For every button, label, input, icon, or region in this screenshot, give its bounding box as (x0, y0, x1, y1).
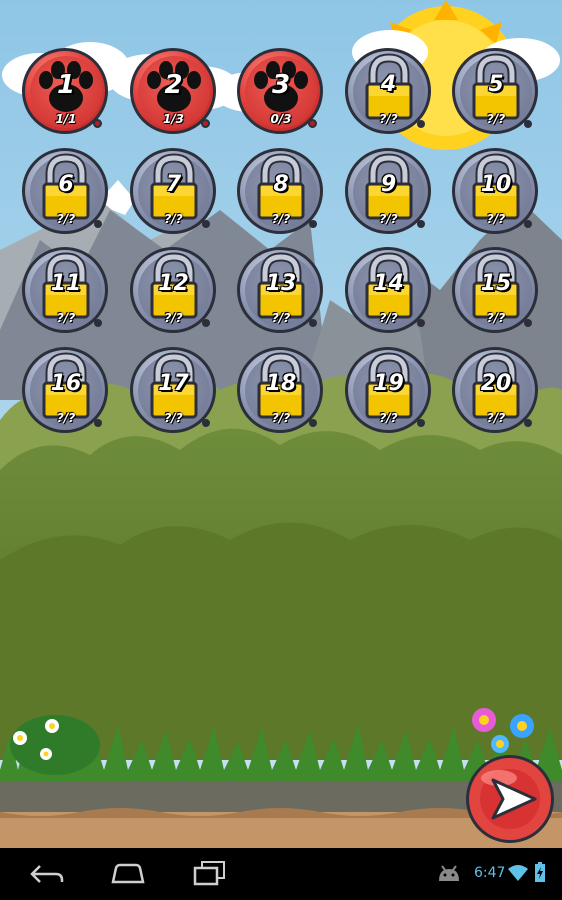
home-icon[interactable] (110, 862, 146, 884)
level-knob (200, 119, 210, 128)
level-button-4[interactable]: 4 ?/? (343, 46, 435, 138)
level-button-1[interactable]: 1 1/1 (20, 46, 112, 138)
level-button-18[interactable]: 18 ?/? (235, 345, 327, 437)
level-knob (308, 119, 317, 128)
level-number: 4 (380, 72, 397, 97)
level-number: 5 (488, 72, 504, 97)
level-button-6[interactable]: 6 ?/? (20, 146, 112, 238)
level-number: 1 (56, 70, 76, 100)
level-number: 14 (373, 271, 404, 296)
level-button-19[interactable]: 19 ?/? (343, 345, 435, 437)
back-icon[interactable] (28, 862, 66, 886)
level-knob (524, 418, 532, 427)
level-knob (201, 219, 210, 228)
level-button-7[interactable]: 7 ?/? (128, 146, 220, 238)
level-button-13[interactable]: 13 ?/? (235, 245, 327, 337)
level-number: 11 (50, 271, 82, 296)
status-time: 6:47 (474, 865, 506, 881)
wifi-icon (508, 865, 528, 881)
level-knob (201, 418, 210, 427)
level-button-17[interactable]: 17 ?/? (128, 345, 220, 437)
level-number: 13 (265, 271, 297, 296)
level-knob (94, 319, 102, 327)
level-number: 18 (265, 370, 297, 396)
level-knob (524, 219, 532, 228)
level-button-2[interactable]: 2 1/3 (128, 46, 220, 138)
level-knob (309, 418, 317, 427)
level-number: 3 (271, 70, 291, 100)
level-knob (309, 319, 317, 327)
level-number: 12 (158, 271, 189, 296)
level-number: 7 (165, 171, 182, 197)
level-button-9[interactable]: 9 ?/? (343, 146, 435, 238)
level-number: 9 (380, 171, 397, 197)
level-button-12[interactable]: 12 ?/? (128, 245, 220, 337)
level-button-11[interactable]: 11 ?/? (20, 245, 112, 337)
level-number: 10 (480, 171, 512, 197)
level-number: 8 (273, 171, 289, 197)
level-button-3[interactable]: 3 0/3 (235, 46, 327, 138)
level-grid: 1 1/1 2 1/3 3 0/3 4 ?/? 5 ?/? 6 ?/? 7 ?/… (0, 0, 562, 440)
level-knob (309, 219, 317, 228)
level-knob (416, 418, 425, 427)
level-button-8[interactable]: 8 ?/? (235, 146, 327, 238)
system-navbar: 6:47 (0, 848, 562, 900)
level-number: 15 (480, 271, 512, 296)
level-knob (94, 418, 102, 427)
level-knob (524, 120, 532, 128)
battery-charging-icon (535, 862, 545, 882)
level-knob (94, 219, 102, 228)
level-button-16[interactable]: 16 ?/? (20, 345, 112, 437)
level-number: 6 (58, 171, 74, 197)
level-button-14[interactable]: 14 ?/? (343, 245, 435, 337)
level-button-5[interactable]: 5 ?/? (450, 46, 542, 138)
level-knob (524, 319, 532, 327)
level-knob (201, 319, 210, 327)
level-knob (416, 219, 425, 228)
level-knob (93, 119, 102, 128)
level-knob (416, 120, 425, 128)
level-number: 20 (480, 370, 512, 396)
level-button-10[interactable]: 10 ?/? (450, 146, 542, 238)
level-button-15[interactable]: 15 ?/? (450, 245, 542, 337)
level-button-20[interactable]: 20 ?/? (450, 345, 542, 437)
level-number: 16 (50, 370, 82, 396)
level-number: 2 (164, 70, 183, 100)
next-button[interactable] (463, 752, 557, 846)
level-number: 17 (158, 370, 189, 396)
android-icon (439, 865, 459, 881)
level-number: 19 (373, 370, 404, 396)
recent-apps-icon[interactable] (192, 860, 226, 886)
level-knob (416, 319, 425, 327)
